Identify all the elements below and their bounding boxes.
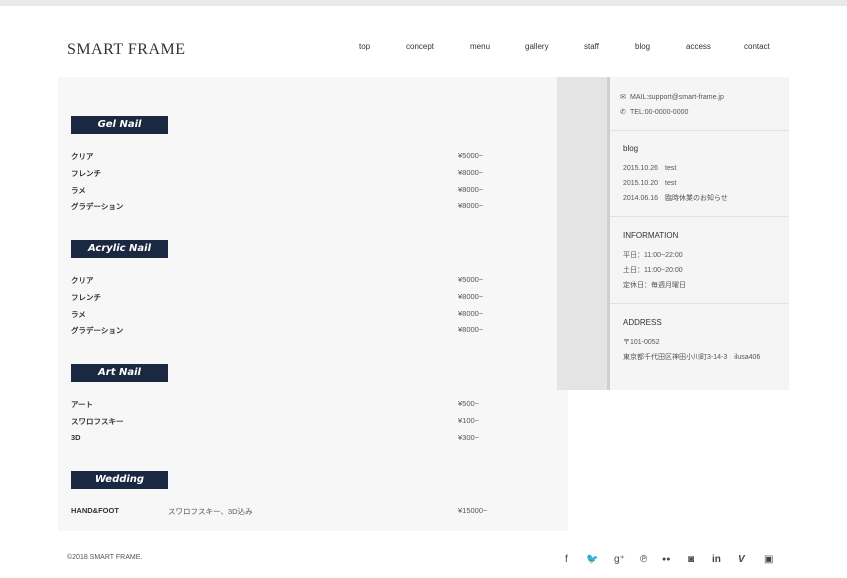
menu-item-price: ¥5000~	[458, 275, 484, 284]
menu-item-name: アート	[71, 400, 94, 409]
sidebar-content: ✉ MAIL:support@smart-frame.jp ✆ TEL:00-000…	[607, 77, 789, 390]
tel-text: TEL:00-0000-0000	[630, 109, 689, 116]
menu-item-name: ラメ	[71, 186, 86, 195]
vimeo-icon[interactable]: V	[738, 554, 745, 565]
menu-item-name: スワロフスキー	[71, 417, 124, 426]
menu-item-name: グラデーション	[71, 326, 124, 335]
information-line: 平日：11:00~22:00	[623, 252, 683, 259]
address-line: 〒101-0052	[623, 339, 660, 346]
nav-top[interactable]: top	[359, 42, 370, 51]
menu-item-price: ¥8000~	[458, 201, 484, 210]
tel-line[interactable]: ✆ TEL:00-0000-0000	[620, 108, 688, 116]
sidebar: ✉ MAIL:support@smart-frame.jp ✆ TEL:00-000…	[557, 77, 789, 390]
menu-item-name: グラデーション	[71, 202, 124, 211]
twitter-icon[interactable]: 🐦	[586, 554, 598, 565]
menu-item-name: フレンチ	[71, 169, 101, 178]
mail-line[interactable]: ✉ MAIL:support@smart-frame.jp	[620, 93, 724, 101]
blog-entry[interactable]: 2014.06.16 臨時休業のお知らせ	[623, 193, 728, 203]
instagram-icon[interactable]: ◙	[688, 554, 694, 565]
nav-contact[interactable]: contact	[744, 42, 770, 51]
menu-item-price: ¥8000~	[458, 185, 484, 194]
pinterest-icon[interactable]: ℗	[640, 554, 647, 565]
divider	[610, 303, 789, 304]
section-title-gel-nail: Gel Nail	[71, 116, 168, 134]
linkedin-icon[interactable]: in	[712, 554, 721, 565]
address-line: 東京都千代田区神田小川町3-14-3 ilusa406	[623, 354, 761, 361]
envelope-icon: ✉	[620, 94, 626, 101]
section-title-wedding: Wedding	[71, 471, 168, 489]
nav-gallery[interactable]: gallery	[525, 42, 549, 51]
information-line: 土日：11:00~20:00	[623, 267, 683, 274]
nav-access[interactable]: access	[686, 42, 711, 51]
menu-item-price: ¥100~	[458, 416, 480, 425]
main-nav: top concept menu gallery staff blog acce…	[0, 42, 847, 56]
blog-entry[interactable]: 2015.10.20 test	[623, 178, 676, 188]
flickr-icon[interactable]: ●●	[662, 556, 670, 563]
menu-item-price: ¥8000~	[458, 325, 484, 334]
youtube-icon[interactable]: ▣	[764, 554, 773, 565]
information-title: INFORMATION	[623, 231, 679, 240]
divider	[610, 216, 789, 217]
menu-item-name: HAND&FOOT	[71, 506, 119, 515]
menu-item-name: クリア	[71, 152, 94, 161]
phone-icon: ✆	[620, 109, 626, 116]
top-bar	[0, 0, 847, 6]
nav-menu[interactable]: menu	[470, 42, 490, 51]
menu-item-price: ¥8000~	[458, 309, 484, 318]
menu-item-name: ラメ	[71, 310, 86, 319]
menu-item-price: ¥8000~	[458, 292, 484, 301]
address-title: ADDRESS	[623, 318, 662, 327]
mail-text: MAIL:support@smart-frame.jp	[630, 94, 724, 101]
nav-staff[interactable]: staff	[584, 42, 599, 51]
information-line: 定休日：毎週月曜日	[623, 282, 686, 289]
menu-item-price: ¥15000~	[458, 506, 488, 515]
menu-item-price: ¥500~	[458, 399, 480, 408]
menu-item-name: フレンチ	[71, 293, 101, 302]
google-plus-icon[interactable]: g⁺	[614, 554, 625, 565]
menu-item-description: スワロフスキー、3D込み	[168, 507, 253, 516]
copyright: ©2018 SMART FRAME.	[67, 554, 143, 561]
nav-blog[interactable]: blog	[635, 42, 650, 51]
section-title-acrylic-nail: Acrylic Nail	[71, 240, 168, 258]
menu-item-price: ¥5000~	[458, 151, 484, 160]
menu-panel: Gel Nail クリア ¥5000~ フレンチ ¥8000~ ラメ ¥8000…	[58, 77, 568, 531]
menu-item-price: ¥8000~	[458, 168, 484, 177]
menu-item-price: ¥300~	[458, 433, 480, 442]
nav-concept[interactable]: concept	[406, 42, 434, 51]
blog-entry[interactable]: 2015.10.26 test	[623, 163, 676, 173]
facebook-icon[interactable]: f	[565, 554, 568, 565]
divider	[610, 130, 789, 131]
section-title-art-nail: Art Nail	[71, 364, 168, 382]
blog-title: blog	[623, 144, 639, 153]
menu-item-name: クリア	[71, 276, 94, 285]
menu-item-name: 3D	[71, 433, 81, 442]
